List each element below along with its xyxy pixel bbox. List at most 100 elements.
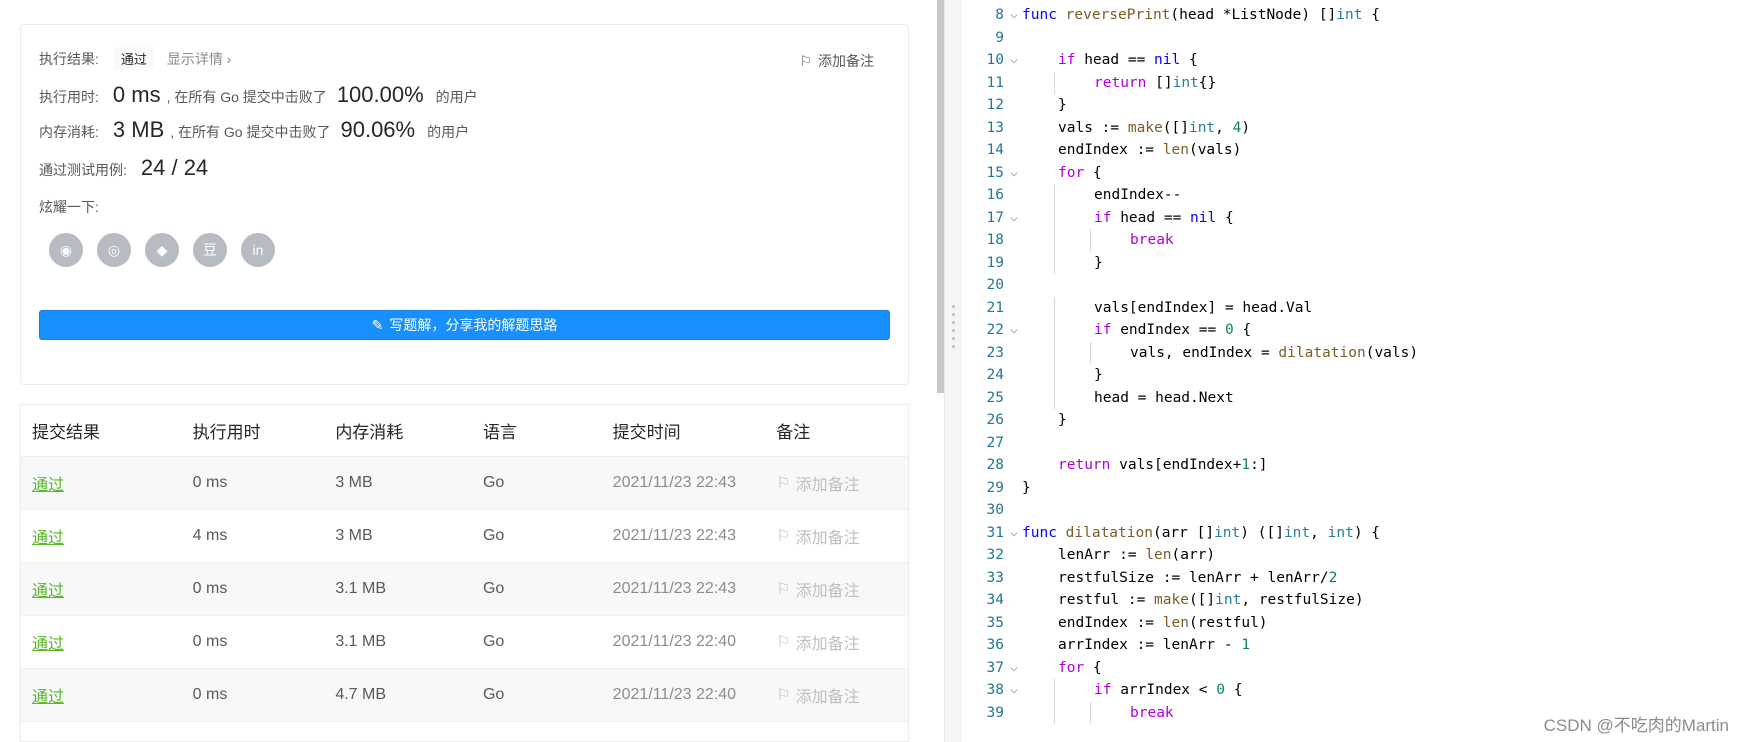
left-scrollbar[interactable] bbox=[937, 0, 944, 393]
code-line[interactable]: 24} bbox=[962, 364, 1743, 387]
code-line[interactable]: 23 vals, endIndex = dilatation(vals) bbox=[962, 341, 1743, 364]
code-line[interactable]: 26} bbox=[962, 409, 1743, 432]
memory-suffix: 的用户 bbox=[427, 124, 470, 140]
code-text: return vals[endIndex+1:] bbox=[1058, 457, 1268, 473]
flag-icon: ⚐ bbox=[776, 475, 791, 492]
table-row[interactable]: 通过 0 ms 4.7 MB Go 2021/11/23 22:40 ⚐ 添加备注 bbox=[21, 669, 908, 722]
fold-chevron-icon[interactable]: ⌵ bbox=[1008, 162, 1020, 185]
line-number: 31 bbox=[986, 524, 1004, 541]
fold-chevron-icon[interactable]: ⌵ bbox=[1008, 207, 1020, 230]
write-solution-button[interactable]: ✎ 写题解，分享我的解题思路 bbox=[39, 310, 890, 340]
code-line[interactable]: 13 vals := make([]int, 4) bbox=[962, 117, 1743, 140]
add-note-button[interactable]: ⚐ 添加备注 bbox=[776, 524, 908, 548]
code-lines[interactable]: 8 ⌵ func reversePrint(head *ListNode) []in… bbox=[962, 4, 1743, 724]
code-line[interactable]: 22 ⌵ if endIndex == 0 { bbox=[962, 319, 1743, 342]
line-number: 35 bbox=[986, 614, 1004, 631]
code-line[interactable]: 34 restful := make([]int, restfulSize) bbox=[962, 589, 1743, 612]
code-line[interactable]: 15 ⌵ for { bbox=[962, 162, 1743, 185]
code-line[interactable]: 35 endIndex := len(restful) bbox=[962, 612, 1743, 635]
result-link[interactable]: 通过 bbox=[32, 689, 64, 706]
code-text: break bbox=[1130, 232, 1174, 248]
line-number: 17 bbox=[986, 209, 1004, 226]
add-note-button[interactable]: ⚐ 添加备注 bbox=[776, 683, 908, 707]
result-link[interactable]: 通过 bbox=[32, 636, 64, 653]
add-note-button[interactable]: ⚐ 添加备注 bbox=[799, 51, 874, 71]
code-editor[interactable]: 8 ⌵ func reversePrint(head *ListNode) []in… bbox=[962, 0, 1743, 742]
flag-icon: ⚐ bbox=[776, 687, 791, 704]
douban-icon[interactable]: 豆 bbox=[193, 233, 227, 267]
runtime-cell: 0 ms bbox=[192, 474, 228, 491]
resize-handle-icon[interactable] bbox=[950, 305, 956, 348]
code-line[interactable]: 31 ⌵ func dilatation(arr []int) ([]int, in… bbox=[962, 522, 1743, 545]
code-line[interactable]: 25 head = head.Next bbox=[962, 386, 1743, 409]
code-line[interactable]: 10 ⌵ if head == nil { bbox=[962, 49, 1743, 72]
table-row[interactable]: 通过 0 ms 3.1 MB Go 2021/11/23 22:43 ⚐ 添加备注 bbox=[21, 563, 908, 616]
tests-row: 通过测试用例: 24 / 24 bbox=[39, 155, 208, 181]
fold-chevron-icon[interactable]: ⌵ bbox=[1008, 522, 1020, 545]
code-line[interactable]: 28 return vals[endIndex+1:] bbox=[962, 454, 1743, 477]
language-cell: Go bbox=[482, 686, 505, 703]
header-note: 备注 bbox=[776, 423, 811, 442]
fold-chevron-icon[interactable]: ⌵ bbox=[1008, 679, 1020, 702]
table-row[interactable]: 通过 0 ms 3 MB Go 2021/11/23 22:43 ⚐ 添加备注 bbox=[21, 457, 908, 510]
code-line[interactable]: 17 ⌵ if head == nil { bbox=[962, 206, 1743, 230]
code-line[interactable]: 20 bbox=[962, 274, 1743, 297]
code-text: } bbox=[1058, 97, 1067, 113]
header-memory: 内存消耗 bbox=[335, 423, 404, 442]
code-line[interactable]: 12} bbox=[962, 94, 1743, 117]
table-row[interactable]: 通过 0 ms 3.1 MB Go 2021/11/23 22:40 ⚐ 添加备注 bbox=[21, 616, 908, 669]
memory-label: 内存消耗: bbox=[39, 124, 99, 140]
code-line[interactable]: 9 bbox=[962, 27, 1743, 50]
code-line[interactable]: 14 endIndex := len(vals) bbox=[962, 139, 1743, 162]
fold-chevron-icon[interactable]: ⌵ bbox=[1008, 657, 1020, 680]
line-number: 21 bbox=[986, 299, 1004, 316]
code-line[interactable]: 37 ⌵ for { bbox=[962, 657, 1743, 680]
code-text: if arrIndex < 0 { bbox=[1094, 682, 1243, 698]
code-line[interactable]: 38 ⌵ if arrIndex < 0 { bbox=[962, 679, 1743, 702]
code-text: if endIndex == 0 { bbox=[1094, 322, 1252, 338]
share-row-label: 炫耀一下: bbox=[39, 197, 99, 217]
result-link[interactable]: 通过 bbox=[32, 477, 64, 494]
write-solution-label: 写题解，分享我的解题思路 bbox=[389, 317, 558, 333]
add-note-button[interactable]: ⚐ 添加备注 bbox=[776, 630, 908, 654]
table-row[interactable]: 通过 4 ms 3 MB Go 2021/11/23 22:43 ⚐ 添加备注 bbox=[21, 510, 908, 563]
code-line[interactable]: 16 endIndex-- bbox=[962, 184, 1743, 207]
status-row: 执行结果: 通过 显示详情 › bbox=[39, 47, 231, 70]
code-text: } bbox=[1022, 479, 1031, 496]
code-text: func dilatation(arr []int) ([]int, int) … bbox=[1022, 524, 1381, 541]
show-details-link[interactable]: 显示详情 › bbox=[167, 49, 232, 69]
code-line[interactable]: 30 bbox=[962, 499, 1743, 522]
add-note-button[interactable]: ⚐ 添加备注 bbox=[776, 577, 908, 601]
fold-chevron-icon[interactable]: ⌵ bbox=[1008, 4, 1020, 27]
code-line[interactable]: 19} bbox=[962, 251, 1743, 274]
code-line[interactable]: 27 bbox=[962, 432, 1743, 455]
memory-row: 内存消耗: 3 MB , 在所有 Go 提交中击败了 90.06% 的用户 bbox=[39, 117, 469, 143]
fold-chevron-icon[interactable]: ⌵ bbox=[1008, 49, 1020, 72]
add-note-label: 添加备注 bbox=[795, 636, 860, 653]
code-line[interactable]: 11 return []int{} bbox=[962, 71, 1743, 94]
language-cell: Go bbox=[482, 580, 505, 597]
qq-icon[interactable]: ◆ bbox=[145, 233, 179, 267]
add-note-button[interactable]: ⚐ 添加备注 bbox=[776, 471, 908, 495]
result-link[interactable]: 通过 bbox=[32, 530, 64, 547]
wechat-icon[interactable]: ◉ bbox=[49, 233, 83, 267]
linkedin-icon[interactable]: in bbox=[241, 233, 275, 267]
result-link[interactable]: 通过 bbox=[32, 583, 64, 600]
code-line[interactable]: 21 vals[endIndex] = head.Val bbox=[962, 296, 1743, 319]
add-note-label: 添加备注 bbox=[795, 530, 860, 547]
line-number: 29 bbox=[986, 479, 1004, 496]
line-number: 16 bbox=[986, 187, 1004, 203]
weibo-icon[interactable]: ◎ bbox=[97, 233, 131, 267]
header-result: 提交结果 bbox=[32, 423, 100, 442]
code-line[interactable]: 33 restfulSize := lenArr + lenArr/2 bbox=[962, 567, 1743, 590]
code-line[interactable]: 36 arrIndex := lenArr - 1 bbox=[962, 634, 1743, 657]
code-line[interactable]: 32 lenArr := len(arr) bbox=[962, 544, 1743, 567]
code-text: break bbox=[1130, 704, 1174, 721]
code-line[interactable]: 18 break bbox=[962, 229, 1743, 252]
line-number: 19 bbox=[986, 254, 1004, 271]
fold-chevron-icon[interactable]: ⌵ bbox=[1008, 319, 1020, 342]
code-line[interactable]: 8 ⌵ func reversePrint(head *ListNode) []in… bbox=[962, 4, 1743, 27]
code-line[interactable]: 29} bbox=[962, 477, 1743, 500]
panel-divider[interactable] bbox=[944, 0, 962, 742]
line-number: 18 bbox=[986, 232, 1004, 248]
